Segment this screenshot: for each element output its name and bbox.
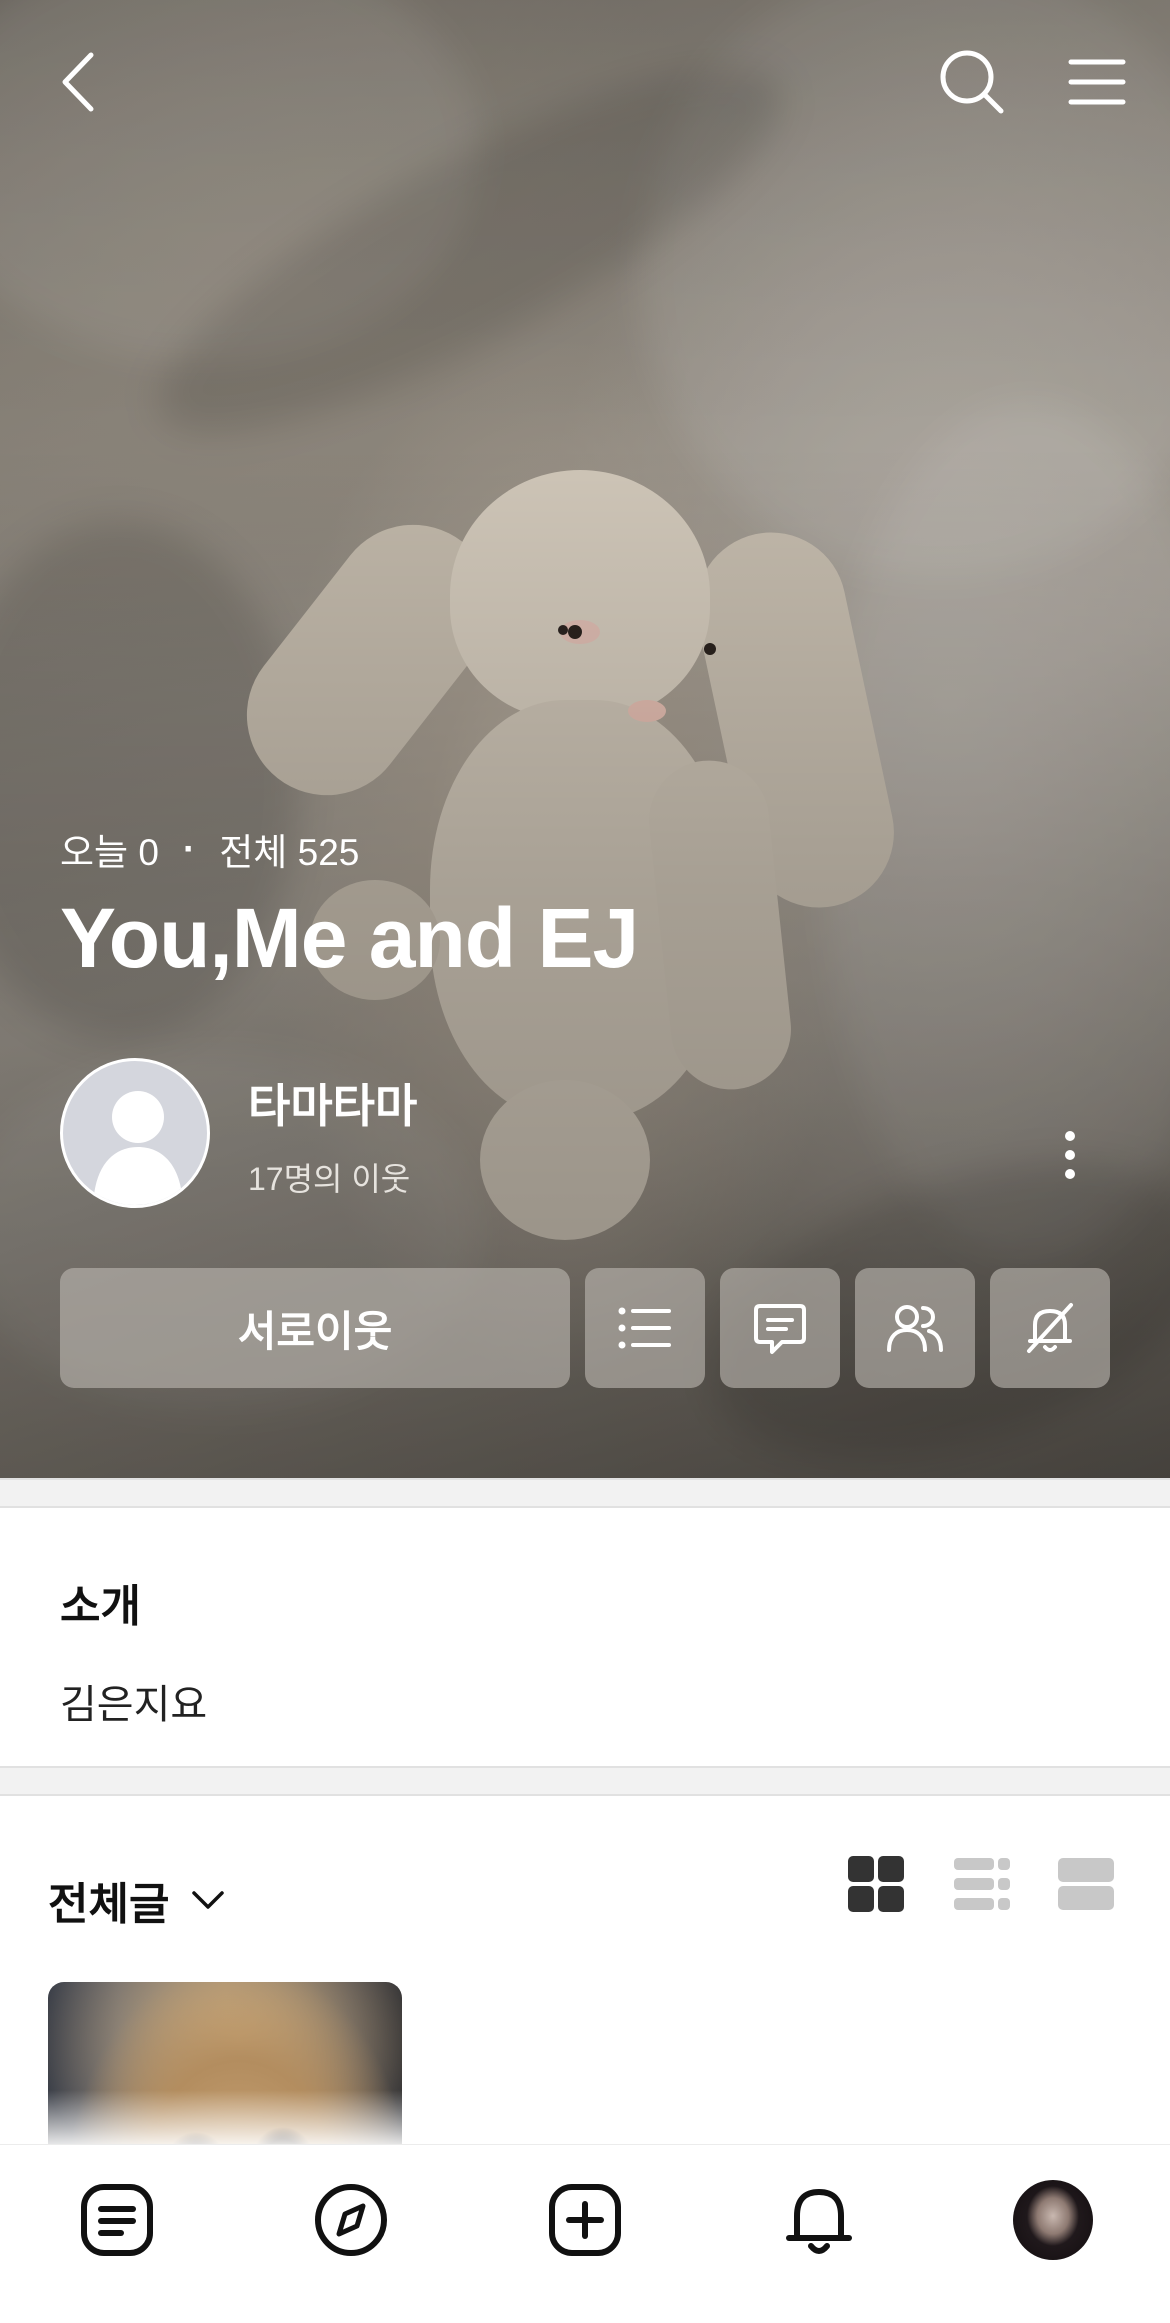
today-count: 오늘 0 bbox=[60, 832, 159, 873]
message-icon bbox=[754, 1304, 806, 1354]
visit-stats: 오늘 0 · 전체 525 bbox=[60, 822, 359, 876]
nav-profile[interactable] bbox=[1008, 2175, 1098, 2265]
people-icon bbox=[887, 1305, 943, 1352]
category-label: 전체글 bbox=[48, 1880, 170, 1929]
more-vertical-icon bbox=[1065, 1131, 1075, 1179]
bottom-fade bbox=[0, 2090, 1170, 2146]
nav-notifications[interactable] bbox=[774, 2175, 864, 2265]
mutual-neighbor-button[interactable]: 서로이웃 bbox=[60, 1268, 570, 1388]
guestbook-button[interactable] bbox=[720, 1268, 840, 1388]
list-view-button[interactable] bbox=[954, 1856, 1010, 1912]
mutual-neighbor-label: 서로이웃 bbox=[237, 1307, 393, 1355]
intro-heading: 소개 bbox=[60, 1582, 141, 1631]
category-selector[interactable]: 전체글 bbox=[48, 1868, 225, 1932]
notification-off-icon bbox=[1027, 1303, 1073, 1353]
owner-name[interactable]: 타마타마 bbox=[248, 1070, 417, 1136]
chevron-down-icon bbox=[192, 1891, 225, 1909]
search-button[interactable] bbox=[930, 40, 1014, 124]
nav-write[interactable] bbox=[540, 2175, 630, 2265]
stats-separator: · bbox=[182, 828, 196, 869]
list-view-icon bbox=[954, 1858, 1010, 1910]
post-list-button[interactable] bbox=[585, 1268, 705, 1388]
notification-toggle-button[interactable] bbox=[990, 1268, 1110, 1388]
hamburger-menu-icon bbox=[1068, 59, 1126, 105]
blog-title: You,Me and EJ bbox=[60, 891, 639, 985]
bottom-navigation bbox=[0, 2144, 1170, 2323]
total-count: 전체 525 bbox=[219, 832, 360, 873]
neighbors-button[interactable] bbox=[855, 1268, 975, 1388]
intro-text: 김은지요 bbox=[60, 1683, 208, 1727]
grid-view-icon bbox=[848, 1856, 904, 1912]
section-divider bbox=[0, 1766, 1170, 1796]
nav-explore[interactable] bbox=[306, 2175, 396, 2265]
card-view-button[interactable] bbox=[1058, 1856, 1114, 1912]
grid-view-button[interactable] bbox=[848, 1856, 904, 1912]
bell-icon bbox=[786, 2189, 852, 2254]
list-icon bbox=[618, 1307, 671, 1349]
section-divider bbox=[0, 1478, 1170, 1508]
neighbor-count[interactable]: 17명의 이웃 bbox=[248, 1154, 410, 1200]
profile-avatar bbox=[1013, 2180, 1093, 2260]
menu-button[interactable] bbox=[1055, 40, 1139, 124]
card-view-icon bbox=[1058, 1858, 1114, 1910]
search-icon bbox=[940, 50, 1004, 114]
avatar[interactable] bbox=[60, 1058, 210, 1208]
chevron-left-icon bbox=[62, 52, 94, 112]
more-options-button[interactable] bbox=[1040, 1120, 1100, 1190]
write-icon bbox=[549, 2184, 621, 2256]
back-button[interactable] bbox=[36, 40, 120, 124]
feed-icon bbox=[81, 2184, 153, 2256]
default-person-icon bbox=[93, 1091, 183, 1205]
compass-icon bbox=[315, 2184, 387, 2256]
nav-feed[interactable] bbox=[72, 2175, 162, 2265]
cover-overlay bbox=[0, 0, 1170, 1478]
